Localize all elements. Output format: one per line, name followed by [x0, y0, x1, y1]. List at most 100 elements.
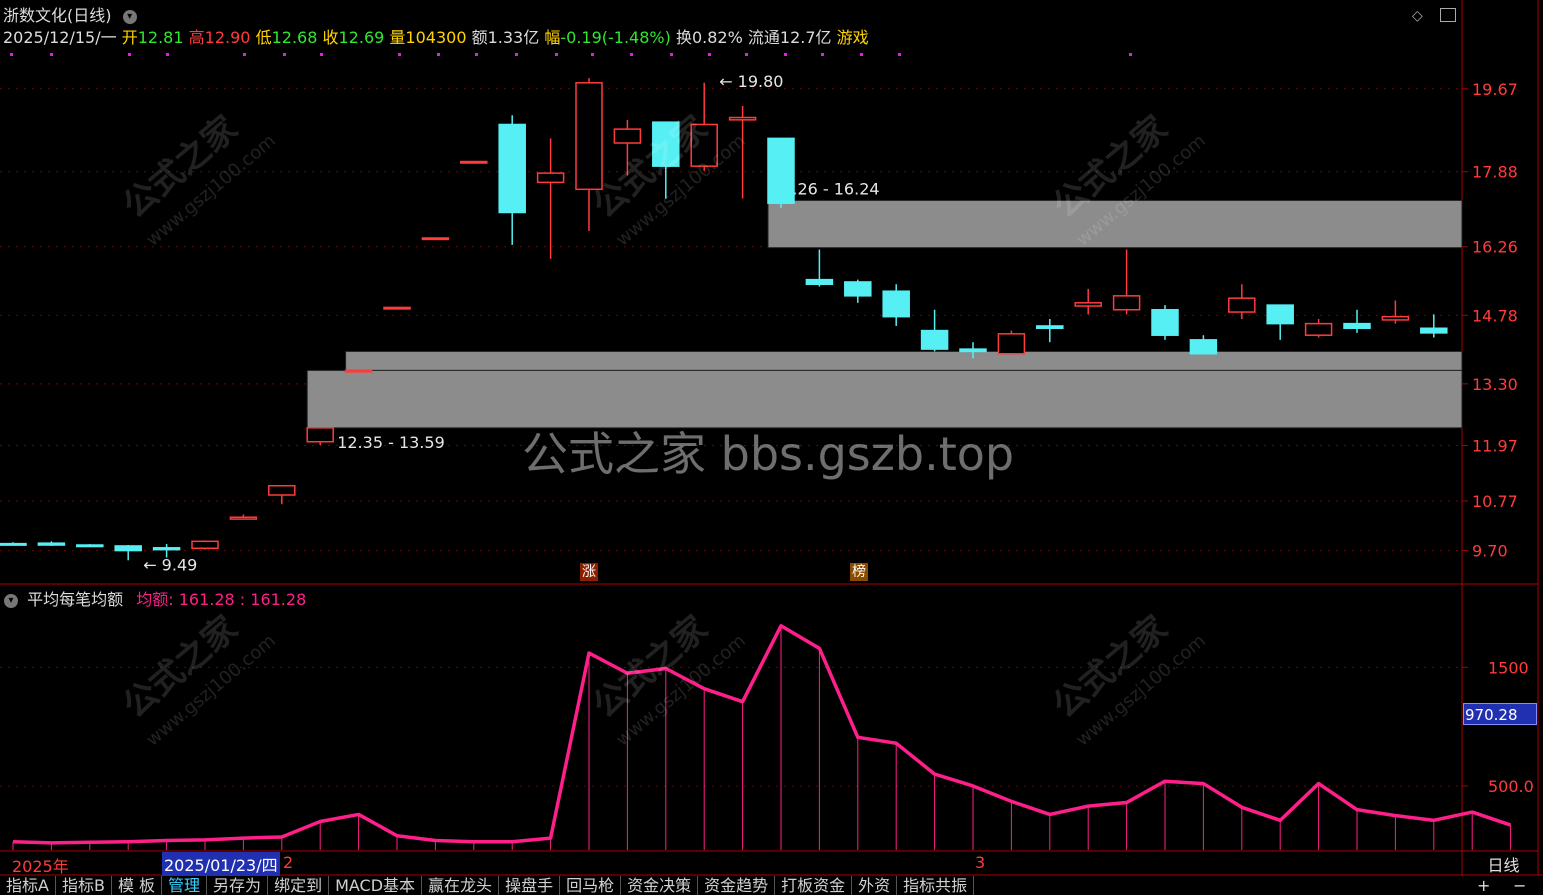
tab-12[interactable]: 打板资金 — [775, 876, 853, 895]
indicator-menu-icon[interactable]: ▾ — [4, 593, 18, 608]
candle-body — [37, 542, 66, 546]
ind-tick-label: 500.0 — [1488, 777, 1534, 796]
stock-name[interactable]: 浙数文化(日线) — [3, 6, 112, 25]
indicator-series-label: 均额: — [136, 590, 174, 609]
price-tick-label: 19.67 — [1472, 80, 1518, 99]
marker-dot — [283, 53, 286, 56]
zone-label: 12.35 - 13.59 — [337, 433, 445, 452]
candle-body — [1343, 322, 1371, 330]
candle-body — [306, 427, 334, 443]
candle-body — [191, 540, 219, 550]
date-text: 2025/12/15/一 — [3, 28, 117, 47]
tab-8[interactable]: 操盘手 — [499, 876, 561, 895]
amount-value: 1.33亿 — [487, 28, 540, 47]
close-value: 12.69 — [338, 28, 385, 47]
marker-dot — [898, 53, 901, 56]
window-toggle-icon[interactable] — [1440, 8, 1456, 22]
badge-bang[interactable]: 榜 — [850, 563, 868, 581]
tab-7[interactable]: 赢在龙头 — [422, 876, 500, 895]
price-tick-label: 17.88 — [1472, 163, 1518, 182]
candle-body — [498, 123, 526, 214]
quote-header: 浙数文化(日线) ▾ 2025/12/15/一 开12.81 高12.90 低1… — [0, 0, 1462, 52]
close-label: 收 — [322, 28, 339, 47]
candle-body — [268, 484, 296, 496]
marker-dot — [784, 53, 787, 56]
price-annotation: ← 9.49 — [143, 555, 197, 574]
month-label-2: 2 — [283, 853, 294, 872]
zoom-out-button[interactable]: − — [1513, 876, 1526, 895]
tab-10[interactable]: 资金决策 — [621, 876, 699, 895]
indicator-value-a: 161.28 — [178, 590, 235, 609]
candle-body — [805, 278, 834, 286]
price-tick-label: 14.78 — [1472, 306, 1518, 325]
candle-body — [728, 116, 757, 121]
price-tick-label: 10.77 — [1472, 492, 1518, 511]
candle-body — [1304, 322, 1333, 336]
candle-body — [76, 544, 104, 548]
candle-body — [344, 369, 373, 373]
tab-0[interactable]: 指标A — [0, 876, 56, 895]
diamond-icon[interactable]: ◇ — [1412, 8, 1423, 24]
high-value: 12.90 — [204, 28, 251, 47]
price-tick-label: 11.97 — [1472, 436, 1518, 455]
float-label: 流通 — [747, 28, 780, 47]
cursor-value-box: 970.28 — [1463, 703, 1537, 725]
marker-dot — [475, 53, 478, 56]
low-label: 低 — [255, 28, 272, 47]
marker-dot — [437, 53, 440, 56]
float-value: 12.7亿 — [779, 28, 832, 47]
marker-dot — [860, 53, 863, 56]
marker-dot — [320, 53, 323, 56]
volume-label: 量 — [389, 28, 406, 47]
marker-dot — [166, 53, 169, 56]
price-tick-label: 16.26 — [1472, 238, 1518, 257]
tab-1[interactable]: 指标B — [56, 876, 112, 895]
candle-body — [536, 172, 565, 184]
candle-body — [1228, 297, 1256, 313]
tab-3[interactable]: 管理 — [162, 876, 208, 895]
tab-5[interactable]: 绑定到 — [268, 876, 330, 895]
candle-body — [767, 137, 795, 204]
marker-dot — [708, 53, 711, 56]
candle-body — [882, 290, 910, 318]
tab-6[interactable]: MACD基本 — [329, 876, 423, 895]
marker-dot — [243, 53, 246, 56]
dropdown-icon[interactable]: ▾ — [122, 9, 137, 24]
marker-dot — [591, 53, 594, 56]
indicator-value-b: 161.28 — [250, 590, 307, 609]
candle-body — [1036, 325, 1064, 330]
tab-13[interactable]: 外资 — [852, 876, 898, 895]
marker-dot — [1129, 53, 1132, 56]
sector-tag[interactable]: 游戏 — [837, 28, 869, 47]
tab-4[interactable]: 另存为 — [207, 876, 269, 895]
marker-dot — [398, 53, 401, 56]
candle-body — [421, 237, 450, 241]
marker-dot — [745, 53, 748, 56]
candle-body — [152, 547, 181, 551]
turnover-value: 0.82% — [691, 28, 743, 47]
tab-11[interactable]: 资金趋势 — [698, 876, 776, 895]
indicator-header: ▾ 平均每笔均额 均额: 161.28 : 161.28 — [0, 586, 307, 609]
candle-body — [1074, 302, 1102, 307]
candle-body — [1420, 327, 1448, 334]
tab-2[interactable]: 模 板 — [112, 876, 163, 895]
candle-body — [114, 545, 142, 552]
candle-body — [844, 281, 872, 297]
turnover-label: 换 — [675, 28, 692, 47]
change-label: 幅 — [544, 28, 561, 47]
cursor-date-label: 2025/01/23/四 — [162, 852, 280, 876]
marker-dot — [10, 53, 13, 56]
period-label[interactable]: 日线 — [1464, 852, 1543, 875]
tab-14[interactable]: 指标共振 — [897, 876, 975, 895]
ind-tick-label: 1500 — [1488, 658, 1529, 677]
low-value: 12.68 — [271, 28, 318, 47]
badge-zhang[interactable]: 涨 — [580, 563, 598, 581]
tab-9[interactable]: 回马枪 — [560, 876, 622, 895]
indicator-name[interactable]: 平均每笔均额 — [27, 590, 123, 609]
candle-body — [0, 542, 27, 546]
open-label: 开 — [121, 28, 138, 47]
candle-body — [383, 306, 411, 310]
zoom-in-button[interactable]: + — [1477, 876, 1490, 895]
open-value: 12.81 — [137, 28, 184, 47]
marker-dot — [515, 53, 518, 56]
